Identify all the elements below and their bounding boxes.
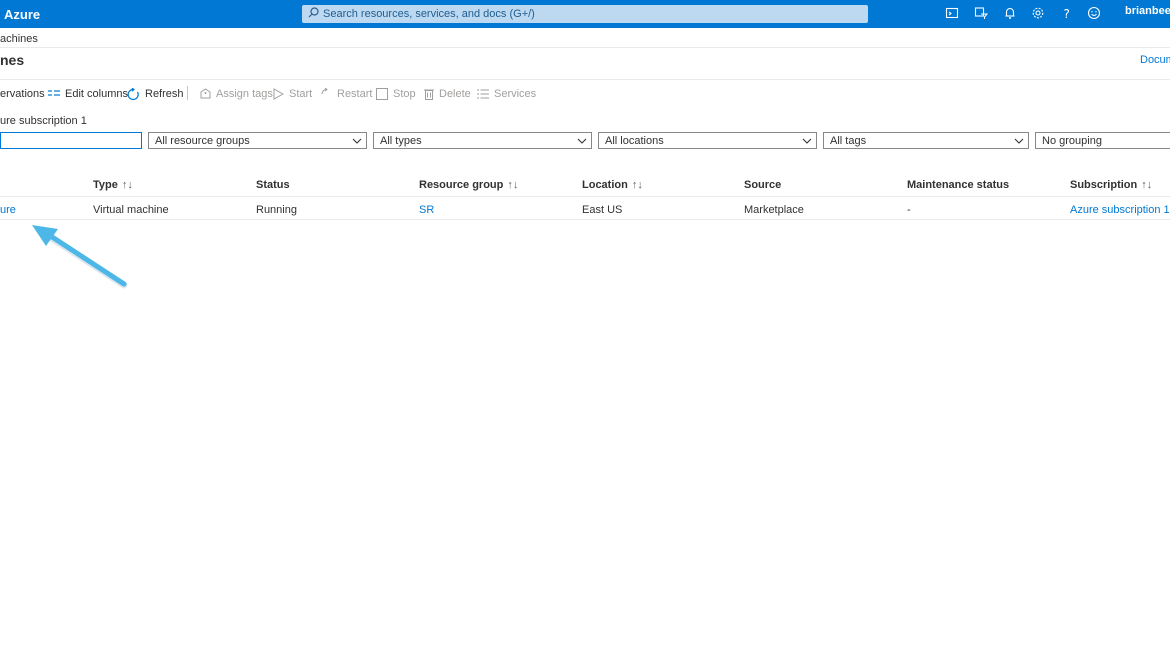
column-header-source: Source <box>744 179 782 191</box>
tag-icon <box>200 88 211 100</box>
grouping-value: No grouping <box>1042 135 1102 147</box>
divider <box>0 196 1170 197</box>
assign-tags-label: Assign tags <box>216 88 273 100</box>
resource-group-link[interactable]: SR <box>419 204 434 216</box>
toolbar-separator <box>187 86 188 100</box>
chevron-down-icon <box>352 136 362 148</box>
services-button[interactable]: Services <box>477 86 536 102</box>
refresh-label: Refresh <box>145 88 184 100</box>
types-value: All types <box>380 135 422 147</box>
grouping-dropdown[interactable]: No grouping <box>1035 132 1170 149</box>
services-label: Services <box>494 88 537 100</box>
tags-dropdown[interactable]: All tags <box>823 132 1029 149</box>
delete-label: Delete <box>439 88 471 100</box>
column-header-subscription[interactable]: Subscription ↑↓ <box>1070 179 1152 191</box>
stop-button[interactable]: Stop <box>376 86 416 102</box>
column-header-subscription-label: Subscription <box>1070 179 1138 191</box>
column-header-status: Status <box>256 179 290 191</box>
list-icon <box>477 89 489 99</box>
account-name[interactable]: brianbeele <box>1125 5 1170 17</box>
resource-groups-dropdown[interactable]: All resource groups <box>148 132 367 149</box>
restart-icon <box>320 88 332 100</box>
feedback-smiley-icon[interactable] <box>1087 6 1103 22</box>
divider <box>0 219 1170 220</box>
svg-text:?: ? <box>1064 7 1070 20</box>
column-header-location[interactable]: Location ↑↓ <box>582 179 643 191</box>
column-header-resource-group-label: Resource group <box>419 179 504 191</box>
sort-icon[interactable]: ↑↓ <box>507 179 518 191</box>
locations-dropdown[interactable]: All locations <box>598 132 817 149</box>
annotation-arrow <box>32 225 128 289</box>
sort-icon[interactable]: ↑↓ <box>1141 179 1152 191</box>
column-header-location-label: Location <box>582 179 628 191</box>
notifications-bell-icon[interactable] <box>1003 6 1019 22</box>
delete-button[interactable]: Delete <box>424 86 471 102</box>
directory-filter-icon[interactable] <box>974 6 990 22</box>
start-button[interactable]: Start <box>273 86 312 102</box>
settings-gear-icon[interactable] <box>1031 6 1047 22</box>
chevron-down-icon <box>577 136 587 148</box>
types-dropdown[interactable]: All types <box>373 132 592 149</box>
chevron-down-icon <box>802 136 812 148</box>
assign-tags-button[interactable]: Assign tags <box>200 86 273 102</box>
help-icon[interactable]: ? <box>1060 6 1076 22</box>
restart-label: Restart <box>337 88 373 100</box>
documentation-link[interactable]: Docum <box>1140 54 1170 66</box>
sort-icon[interactable]: ↑↓ <box>632 179 643 191</box>
play-icon <box>273 88 284 100</box>
stop-label: Stop <box>393 88 416 100</box>
start-label: Start <box>289 88 313 100</box>
divider <box>0 79 1170 80</box>
chevron-down-icon <box>1014 136 1024 148</box>
locations-value: All locations <box>605 135 664 147</box>
column-header-resource-group[interactable]: Resource group ↑↓ <box>419 179 518 191</box>
resource-groups-value: All resource groups <box>155 135 250 147</box>
subscription-link[interactable]: Azure subscription 1 <box>1070 204 1170 216</box>
search-placeholder: Search resources, services, and docs (G+… <box>323 8 535 20</box>
cloud-shell-icon[interactable] <box>945 6 961 22</box>
column-header-maintenance-status: Maintenance status <box>907 179 1010 191</box>
cell-source: Marketplace <box>744 204 804 216</box>
divider <box>0 47 1170 48</box>
global-search-input[interactable]: Search resources, services, and docs (G+… <box>302 5 868 23</box>
trash-icon <box>424 88 434 100</box>
tags-value: All tags <box>830 135 867 147</box>
search-icon <box>308 7 319 21</box>
top-bar: Azure Search resources, services, and do… <box>0 0 1170 28</box>
cell-location: East US <box>582 204 623 216</box>
restart-button[interactable]: Restart <box>320 86 372 102</box>
cell-maintenance-status: - <box>907 204 911 216</box>
stop-icon <box>376 88 388 100</box>
cell-status: Running <box>256 204 297 216</box>
